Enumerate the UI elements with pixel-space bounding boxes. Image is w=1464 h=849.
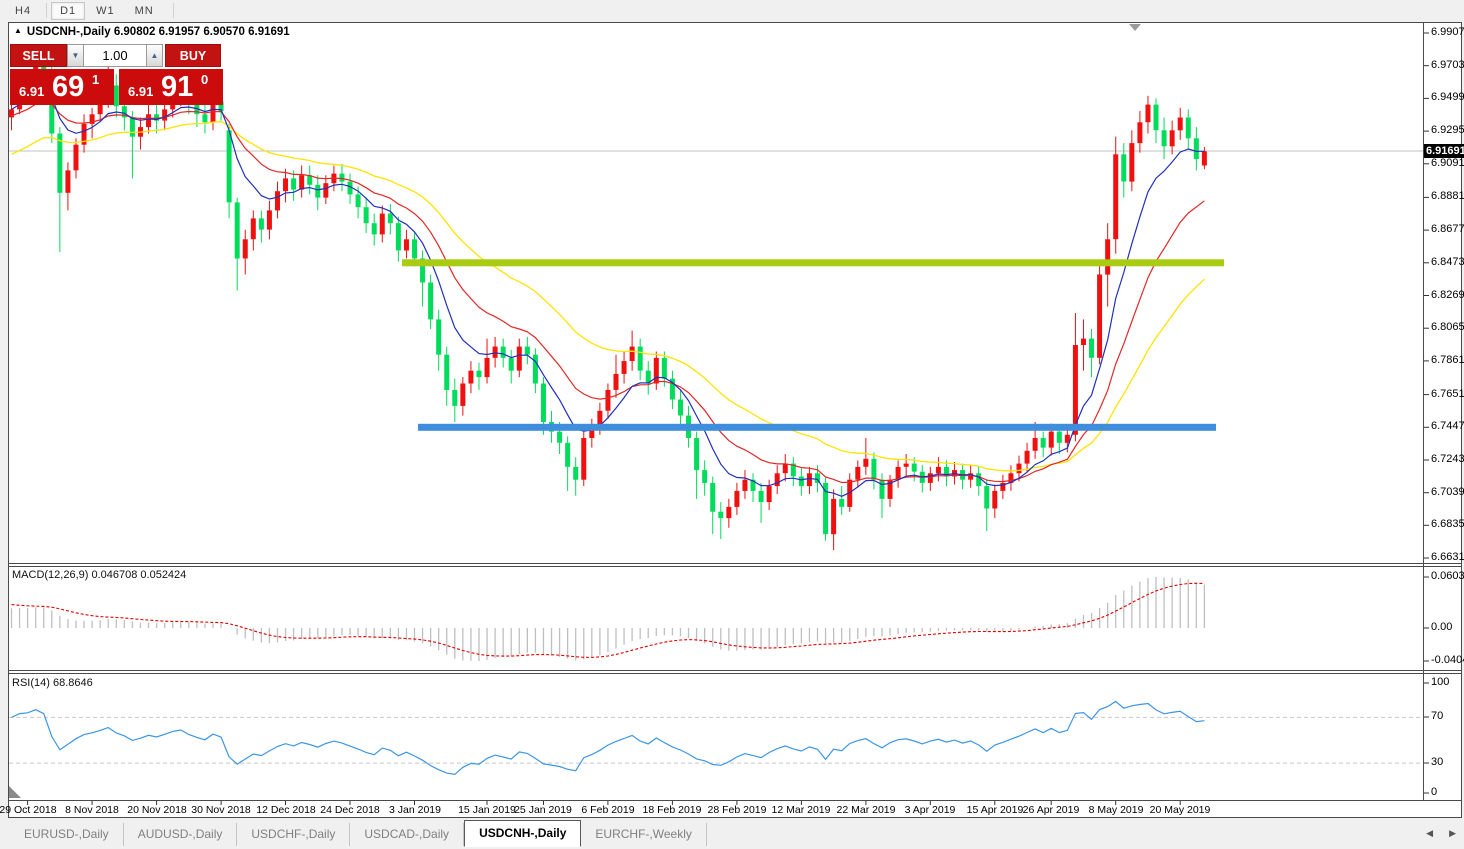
date-axis-label: 29 Oct 2018 <box>0 804 57 816</box>
date-axis-label: 12 Dec 2018 <box>256 804 316 816</box>
date-axis-label: 15 Apr 2019 <box>966 804 1024 816</box>
ask-price-prefix: 6.91 <box>128 84 154 99</box>
date-axis-label: 25 Jan 2019 <box>514 804 572 816</box>
chart-title-text: USDCNH-,Daily 6.90802 6.91957 6.90570 6.… <box>26 26 290 38</box>
rsi-axis-label: 30 <box>1431 756 1444 768</box>
volume-increase-button[interactable]: ▲ <box>146 44 163 67</box>
chart-tab-eurchf-weekly[interactable]: EURCHF-,Weekly <box>581 823 707 846</box>
date-axis-label: 28 Feb 2019 <box>707 804 767 816</box>
volume-input[interactable] <box>84 44 146 67</box>
one-click-trading-panel: SELL ▼ ▲ BUY 6.91 69 1 6.91 91 0 <box>10 44 223 107</box>
date-axis-label: 24 Dec 2018 <box>320 804 380 816</box>
bid-quote-panel[interactable]: 6.91 69 1 <box>10 69 114 105</box>
date-axis-label: 3 Apr 2019 <box>904 804 956 816</box>
chart-tab-audusd-daily[interactable]: AUDUSD-,Daily <box>124 823 238 846</box>
price-axis-label: 6.92950 <box>1431 124 1464 136</box>
price-axis-label: 6.97030 <box>1431 59 1464 71</box>
rsi-axis-label: 70 <box>1431 710 1444 722</box>
price-axis-label: 6.82690 <box>1431 289 1464 301</box>
date-axis-label: 6 Feb 2019 <box>581 804 635 816</box>
date-axis-label: 20 May 2019 <box>1149 804 1211 816</box>
price-axis-label: 6.68350 <box>1431 518 1464 530</box>
chart-tab-usdchf-daily[interactable]: USDCHF-,Daily <box>237 823 351 846</box>
tab-scroll-right-icon[interactable]: ▶ <box>1449 828 1456 839</box>
ask-price-pip: 0 <box>201 72 209 87</box>
price-axis-label: 6.99070 <box>1431 26 1464 38</box>
rsi-axis-label: 0 <box>1431 786 1438 798</box>
one-click-collapse-icon[interactable]: ▲ <box>14 26 22 35</box>
bid-price-prefix: 6.91 <box>19 84 45 99</box>
tab-scroll-nav: ◀ ▶ <box>1426 828 1456 839</box>
mt4-application: H4 D1 W1 MN ▲ USDCNH-,Daily 6.90802 6.91957 … <box>0 0 1464 849</box>
price-axis-label: 6.88810 <box>1431 190 1464 202</box>
price-axis-label: 6.94990 <box>1431 91 1464 103</box>
chart-title: ▲ USDCNH-,Daily 6.90802 6.91957 6.90570 6… <box>14 26 290 38</box>
chart-tab-bar: EURUSD-,Daily AUDUSD-,Daily USDCHF-,Daily U… <box>0 820 1464 847</box>
date-axis-label: 8 May 2019 <box>1088 804 1144 816</box>
price-axis-label: 6.76510 <box>1431 388 1464 400</box>
price-axis-label: 6.74470 <box>1431 420 1464 432</box>
price-axis-label: 6.66310 <box>1431 551 1464 563</box>
date-axis-label: 18 Feb 2019 <box>642 804 702 816</box>
macd-axis-label: 0.060342 <box>1431 570 1464 582</box>
rsi-axis-label: 100 <box>1431 676 1450 688</box>
macd-label: MACD(12,26,9) 0.046708 0.052424 <box>12 569 187 581</box>
price-axis-label: 6.90910 <box>1431 157 1464 169</box>
price-axis-label: 6.78610 <box>1431 354 1464 366</box>
macd-axis-label: 0.00 <box>1431 621 1453 633</box>
price-axis-label: 6.86770 <box>1431 223 1464 235</box>
chart-tab-usdcad-daily[interactable]: USDCAD-,Daily <box>350 823 465 846</box>
ask-quote-panel[interactable]: 6.91 91 0 <box>119 69 223 105</box>
date-axis-label: 22 Mar 2019 <box>836 804 896 816</box>
chart-canvas[interactable] <box>0 0 1464 849</box>
date-axis-label: 20 Nov 2018 <box>127 804 187 816</box>
volume-decrease-button[interactable]: ▼ <box>67 44 84 67</box>
date-axis-label: 26 Apr 2019 <box>1022 804 1080 816</box>
buy-button[interactable]: BUY <box>165 44 221 67</box>
price-axis-label: 6.72430 <box>1431 453 1464 465</box>
current-price-tag: 6.91691 <box>1424 144 1464 158</box>
tab-scroll-left-icon[interactable]: ◀ <box>1426 828 1433 839</box>
sell-button[interactable]: SELL <box>10 44 67 67</box>
macd-axis-label: -0.040415 <box>1431 654 1464 666</box>
price-axis-label: 6.70390 <box>1431 486 1464 498</box>
ask-price-main: 91 <box>161 71 194 103</box>
price-axis-label: 6.84730 <box>1431 256 1464 268</box>
price-axis-label: 6.80650 <box>1431 321 1464 333</box>
bid-price-main: 69 <box>52 71 85 103</box>
rsi-label: RSI(14) 68.8646 <box>12 677 93 689</box>
bid-price-pip: 1 <box>92 72 100 87</box>
date-axis-label: 8 Nov 2018 <box>65 804 119 816</box>
chart-tab-eurusd-daily[interactable]: EURUSD-,Daily <box>10 823 124 846</box>
chart-tab-usdcnh-daily[interactable]: USDCNH-,Daily <box>464 820 582 847</box>
date-axis-label: 15 Jan 2019 <box>458 804 516 816</box>
date-axis-label: 3 Jan 2019 <box>389 804 441 816</box>
date-axis-label: 12 Mar 2019 <box>771 804 831 816</box>
date-axis-label: 30 Nov 2018 <box>191 804 251 816</box>
